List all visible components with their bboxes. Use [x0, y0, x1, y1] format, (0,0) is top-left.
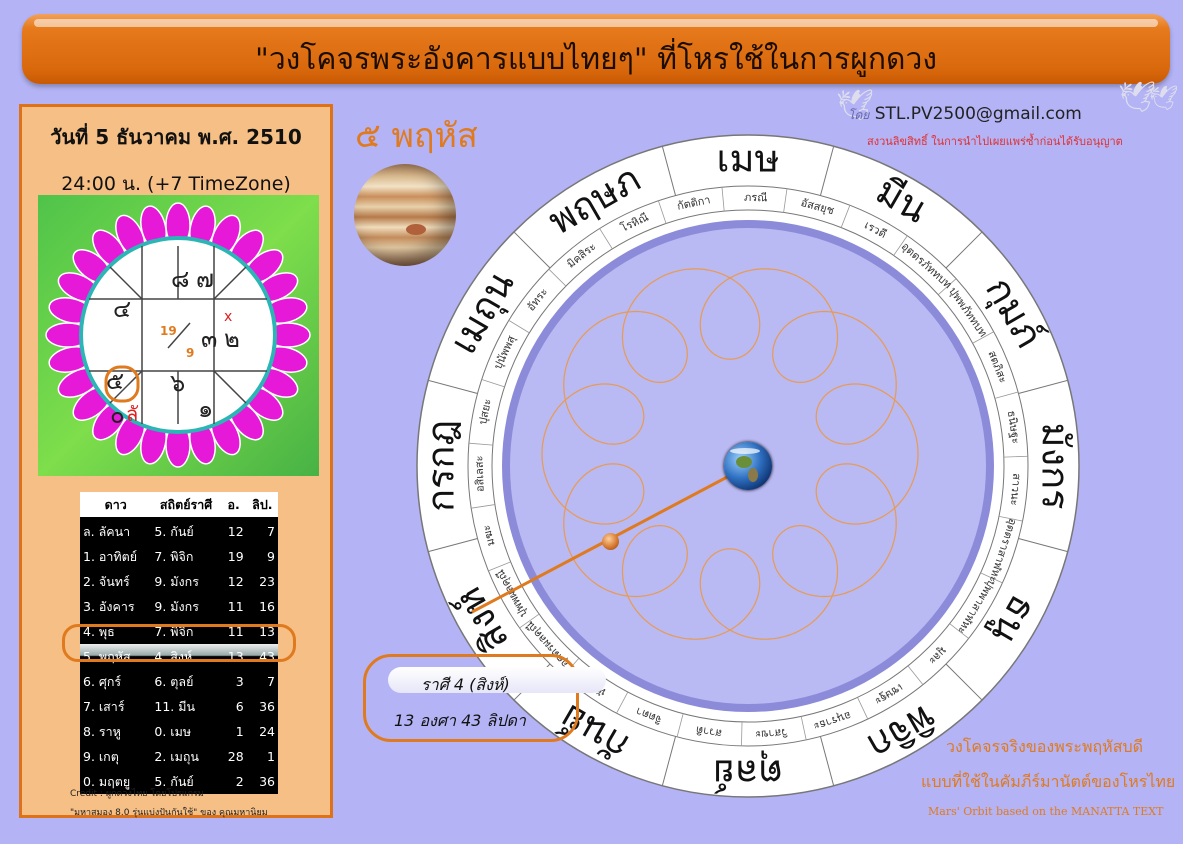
earth-image: [724, 442, 772, 490]
jupiter-marker: [602, 533, 619, 550]
degree-text: 13 องศา 43 ลิปดา: [394, 711, 526, 730]
earth-land: [748, 468, 758, 482]
position-box: ราศี 4 (สิงห์) 13 องศา 43 ลิปดา: [363, 654, 606, 742]
rasi-text: ราศี 4 (สิงห์): [421, 675, 510, 694]
sign-label: เมษ: [716, 137, 779, 181]
earth-cloud: [730, 448, 760, 454]
nakshatra-boundary: [741, 721, 743, 746]
sign-label: ตุลย์: [713, 751, 783, 796]
earth-land: [736, 456, 752, 468]
zodiac-wheel: เมษมีนกุมภ์มังกรธนูพิจิกตุลย์กันย์สิงห์ก…: [416, 134, 1080, 798]
sign-label: กรกฎ: [419, 420, 463, 512]
caption-line-2: แบบที่ใช้ในคัมภีร์มานัตต์ของโหรไทย: [921, 772, 1176, 791]
nakshatra-label: ภรณี: [744, 191, 768, 205]
sign-label: มังกร: [1034, 422, 1078, 509]
caption-line-1: วงโคจรจริงของพระพฤหัสบดี: [946, 737, 1144, 756]
caption-line-3: Mars' Orbit based on the MANATTA TEXT: [928, 805, 1164, 818]
nakshatra-label: อสิเลสะ: [473, 455, 487, 492]
